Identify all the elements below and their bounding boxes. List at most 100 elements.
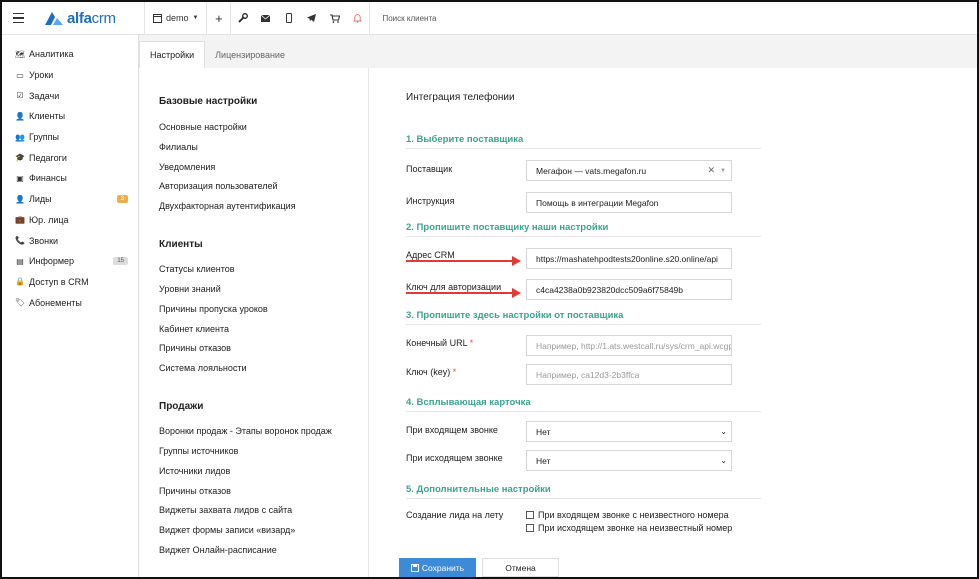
link-lead-sources[interactable]: Источники лидов — [159, 466, 230, 476]
link-skip-reasons[interactable]: Причины пропуска уроков — [159, 304, 268, 314]
sidebar-item-lessons[interactable]: ▭ Уроки — [2, 65, 138, 86]
map-icon: 🗺 — [14, 49, 26, 59]
checkbox-label: При исходящем звонке на неизвестный номе… — [538, 523, 733, 533]
sidebar-item-label: Финансы — [29, 173, 67, 184]
link-online-schedule-widget[interactable]: Виджет Онлайн-расписание — [159, 545, 277, 555]
lock-icon: 🔒 — [15, 277, 25, 287]
checkbox-box[interactable] — [526, 511, 534, 519]
client-search-input[interactable]: Поиск клиента — [382, 14, 436, 23]
link-main-settings[interactable]: Основные настройки — [159, 122, 247, 132]
money-icon: ▣ — [16, 173, 24, 183]
incoming-call-label: При входящем звонке — [406, 425, 498, 435]
key-input[interactable]: Например, ca12d3-2b3ffca — [526, 364, 732, 385]
link-branches[interactable]: Филиалы — [159, 142, 198, 152]
envelope-icon[interactable] — [254, 2, 277, 35]
sidebar-item-crm-access[interactable]: 🔒 Доступ в CRM — [2, 272, 138, 293]
crm-address-field[interactable]: https://mashatehpodtests20online.s20.onl… — [526, 248, 732, 269]
sidebar-item-groups[interactable]: 👥 Группы — [2, 127, 138, 148]
mobile-icon[interactable] — [277, 2, 300, 35]
sidebar-item-finance[interactable]: ▣ Финансы — [2, 168, 138, 189]
checkbox-label: При входящем звонке с неизвестного номер… — [538, 510, 729, 520]
sidebar-item-subscriptions[interactable]: 🏷 Абонементы — [2, 292, 138, 313]
sidebar-item-clients[interactable]: 👤 Клиенты — [2, 106, 138, 127]
telegram-icon[interactable] — [300, 2, 323, 35]
instruction-label: Инструкция — [406, 196, 455, 206]
provider-select[interactable]: Мегафон — vats.megafon.ru ✕ ▼ — [526, 160, 732, 181]
link-client-statuses[interactable]: Статусы клиентов — [159, 264, 235, 274]
clear-icon[interactable]: ✕ — [707, 165, 715, 176]
chevron-down-icon: ⌄ — [720, 427, 727, 436]
link-wizard-widget[interactable]: Виджет формы записи «визард» — [159, 525, 295, 535]
account-name: demo — [166, 13, 189, 23]
link-rejection-reasons[interactable]: Причины отказов — [159, 343, 231, 353]
sidebar-item-informer[interactable]: ▤ Информер 15 — [2, 251, 138, 272]
tab-licensing[interactable]: Лицензирование — [205, 41, 295, 68]
outgoing-call-select-value: Нет — [536, 455, 551, 466]
crm-address-label: Адрес CRM — [406, 250, 455, 260]
lead-create-label: Создание лида на лету — [406, 510, 504, 520]
chevron-down-icon: ⌄ — [720, 456, 727, 465]
outgoing-call-select[interactable]: Нет ⌄ — [526, 450, 732, 471]
endpoint-label: Конечный URL * — [406, 338, 473, 348]
link-knowledge-levels[interactable]: Уровни знаний — [159, 284, 221, 294]
save-button-label: Сохранить — [421, 562, 465, 573]
section-title-sales: Продажи — [159, 401, 204, 412]
outgoing-unknown-checkbox[interactable]: При исходящем звонке на неизвестный номе… — [526, 523, 732, 533]
server-icon: ▤ — [16, 256, 24, 266]
cancel-button[interactable]: Отмена — [482, 558, 559, 577]
link-source-groups[interactable]: Группы источников — [159, 446, 238, 456]
step-4-title: 4. Всплывающая карточка — [406, 397, 761, 412]
logo[interactable]: alfacrm — [44, 10, 144, 27]
plus-icon[interactable]: + — [207, 2, 230, 35]
auth-key-label: Ключ для авторизации — [406, 282, 502, 292]
provider-select-value: Мегафон — vats.megafon.ru — [536, 165, 647, 176]
annotation-arrow — [406, 288, 521, 298]
endpoint-url-input[interactable]: Например, http://1.ats.westcall.ru/sys/c… — [526, 335, 732, 356]
sidebar: 🗺 Аналитика ▭ Уроки ☑ Задачи 👤 Клиенты 👥 Груп… — [2, 35, 138, 577]
key-label: Ключ (key) * — [406, 367, 456, 377]
sidebar-item-leads[interactable]: 👤 Лиды 3 — [2, 189, 138, 210]
phone-icon: 📞 — [15, 236, 25, 246]
wrench-icon[interactable] — [231, 2, 254, 35]
step-5-title: 5. Дополнительные настройки — [406, 484, 761, 499]
graduation-cap-icon: 🎓 — [15, 153, 25, 163]
link-notifications[interactable]: Уведомления — [159, 162, 215, 172]
sidebar-item-legal-entities[interactable]: 💼 Юр. лица — [2, 210, 138, 231]
logo-text: alfacrm — [67, 9, 116, 27]
tab-settings[interactable]: Настройки — [139, 41, 206, 68]
checkbox-box[interactable] — [526, 524, 534, 532]
bell-icon[interactable] — [346, 2, 369, 35]
link-client-cabinet[interactable]: Кабинет клиента — [159, 324, 229, 334]
sidebar-item-teachers[interactable]: 🎓 Педагоги — [2, 147, 138, 168]
step-3-title: 3. Пропишите здесь настройки от поставщи… — [406, 310, 761, 325]
instruction-link[interactable]: Помощь в интеграции Megafon — [526, 192, 732, 213]
link-sales-funnels[interactable]: Воронки продаж - Этапы воронок продаж — [159, 426, 332, 436]
sidebar-item-label: Доступ в CRM — [29, 276, 89, 287]
incoming-call-select[interactable]: Нет ⌄ — [526, 421, 732, 442]
sidebar-item-calls[interactable]: 📞 Звонки — [2, 230, 138, 251]
link-user-authorization[interactable]: Авторизация пользователей — [159, 181, 278, 191]
sidebar-item-analytics[interactable]: 🗺 Аналитика — [2, 44, 138, 65]
sidebar-item-label: Абонементы — [29, 297, 82, 308]
link-sales-rejection-reasons[interactable]: Причины отказов — [159, 486, 231, 496]
account-switcher[interactable]: demo ▼ — [145, 2, 206, 35]
link-loyalty-system[interactable]: Система лояльности — [159, 363, 247, 373]
required-mark: * — [469, 338, 474, 348]
auth-key-field[interactable]: c4ca4238a0b923820dcc509a6f75849b — [526, 279, 732, 300]
settings-menu: Базовые настройки Основные настройки Фил… — [139, 68, 369, 577]
save-button[interactable]: Сохранить — [399, 558, 476, 577]
tasks-icon: ☑ — [16, 91, 24, 101]
sidebar-item-tasks[interactable]: ☑ Задачи — [2, 85, 138, 106]
top-bar: alfacrm demo ▼ + Поиск клиента — [2, 2, 977, 35]
sidebar-item-label: Звонки — [29, 235, 59, 246]
caret-down-icon: ▼ — [192, 15, 199, 21]
sidebar-item-label: Педагоги — [29, 152, 67, 163]
incoming-unknown-checkbox[interactable]: При входящем звонке с неизвестного номер… — [526, 510, 729, 520]
cart-icon[interactable] — [323, 2, 346, 35]
section-title-clients: Клиенты — [159, 239, 203, 250]
link-two-factor-auth[interactable]: Двухфакторная аутентификация — [159, 201, 296, 211]
sidebar-item-label: Аналитика — [29, 49, 74, 60]
calendar-icon: ▭ — [16, 70, 24, 80]
menu-icon[interactable] — [2, 2, 34, 35]
link-lead-capture-widgets[interactable]: Виджеты захвата лидов с сайта — [159, 505, 292, 515]
